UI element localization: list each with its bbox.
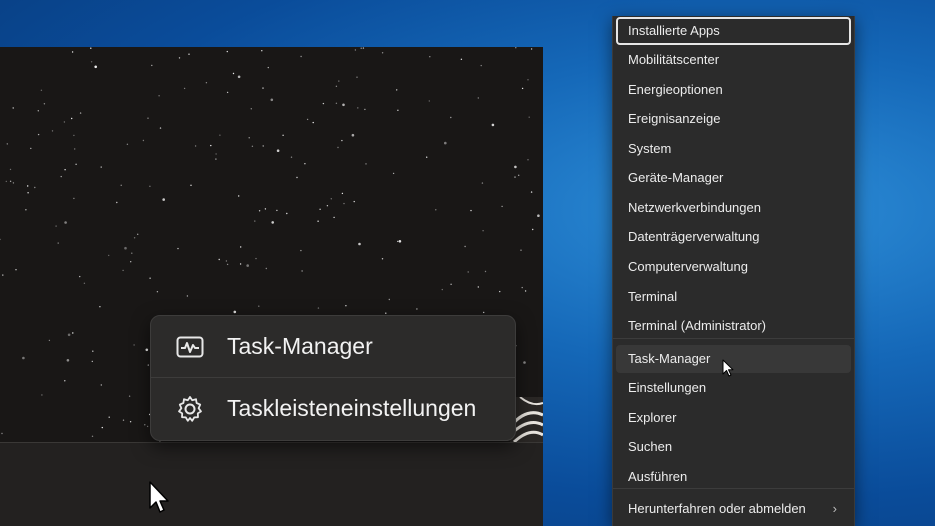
taskbar-context-menu: Task-Manager Taskleisteneinstellungen xyxy=(150,315,516,441)
menu-item-label: Ereignisanzeige xyxy=(628,111,721,126)
task-manager-label: Task-Manager xyxy=(227,333,373,359)
winx-quick-link-menu: Installierte Apps Mobilitätscenter Energie… xyxy=(612,16,855,526)
menu-item-system[interactable]: System xyxy=(616,135,851,163)
menu-item-label: Ausführen xyxy=(628,469,688,484)
menu-item-label: Mobilitätscenter xyxy=(628,52,720,67)
menu-item-terminal-administrator[interactable]: Terminal (Administrator) xyxy=(616,312,851,340)
menu-item-geräte-manager[interactable]: Geräte-Manager xyxy=(616,164,851,192)
taskbar-settings-label: Taskleisteneinstellungen xyxy=(227,395,477,421)
menu-item-label: Computerverwaltung xyxy=(628,259,748,274)
menu-item-label: Task-Manager xyxy=(628,351,711,366)
menu-item-label: Energieoptionen xyxy=(628,82,723,97)
menu-item-herunterfahren-oder-abmelden[interactable]: Herunterfahren oder abmelden › xyxy=(616,495,851,523)
menu-item-label: Suchen xyxy=(628,439,673,454)
taskbar[interactable] xyxy=(0,442,543,526)
menu-item-explorer[interactable]: Explorer xyxy=(616,404,851,432)
menu-item-ausführen[interactable]: Ausführen xyxy=(616,463,851,491)
menu-item-label: Installierte Apps xyxy=(628,23,720,38)
menu-item-netzwerkverbindungen[interactable]: Netzwerkverbindungen xyxy=(616,194,851,222)
menu-item-suchen[interactable]: Suchen xyxy=(616,433,851,461)
menu-item-label: Einstellungen xyxy=(628,380,707,395)
menu-item-label: Terminal (Administrator) xyxy=(628,318,766,333)
menu-item-label: Datenträgerverwaltung xyxy=(628,229,760,244)
menu-item-einstellungen[interactable]: Einstellungen xyxy=(616,374,851,402)
menu-item-ereignisanzeige[interactable]: Ereignisanzeige xyxy=(616,105,851,133)
menu-item-label: System xyxy=(628,141,672,156)
app-window xyxy=(0,47,543,526)
menu-item-datenträgerverwaltung[interactable]: Datenträgerverwaltung xyxy=(616,223,851,251)
chevron-right-icon: › xyxy=(832,501,837,516)
menu-item-terminal[interactable]: Terminal xyxy=(616,283,851,311)
mouse-cursor-icon xyxy=(722,359,734,377)
menu-item-label: Geräte-Manager xyxy=(628,170,724,185)
menu-item-energieoptionen[interactable]: Energieoptionen xyxy=(616,76,851,104)
taskbar-settings-menu-item[interactable]: Taskleisteneinstellungen xyxy=(151,378,515,439)
menu-item-label: Herunterfahren oder abmelden xyxy=(628,501,806,516)
menu-item-label: Terminal xyxy=(628,289,678,304)
menu-item-mobilitätscenter[interactable]: Mobilitätscenter xyxy=(616,46,851,74)
menu-item-computerverwaltung[interactable]: Computerverwaltung xyxy=(616,253,851,281)
mouse-cursor-icon xyxy=(149,481,169,513)
task-manager-icon xyxy=(175,332,205,362)
task-manager-menu-item[interactable]: Task-Manager xyxy=(151,316,515,377)
menu-item-label: Netzwerkverbindungen xyxy=(628,200,761,215)
menu-item-label: Explorer xyxy=(628,410,677,425)
menu-item-installierte-apps[interactable]: Installierte Apps xyxy=(616,17,851,45)
gear-icon xyxy=(175,394,205,424)
